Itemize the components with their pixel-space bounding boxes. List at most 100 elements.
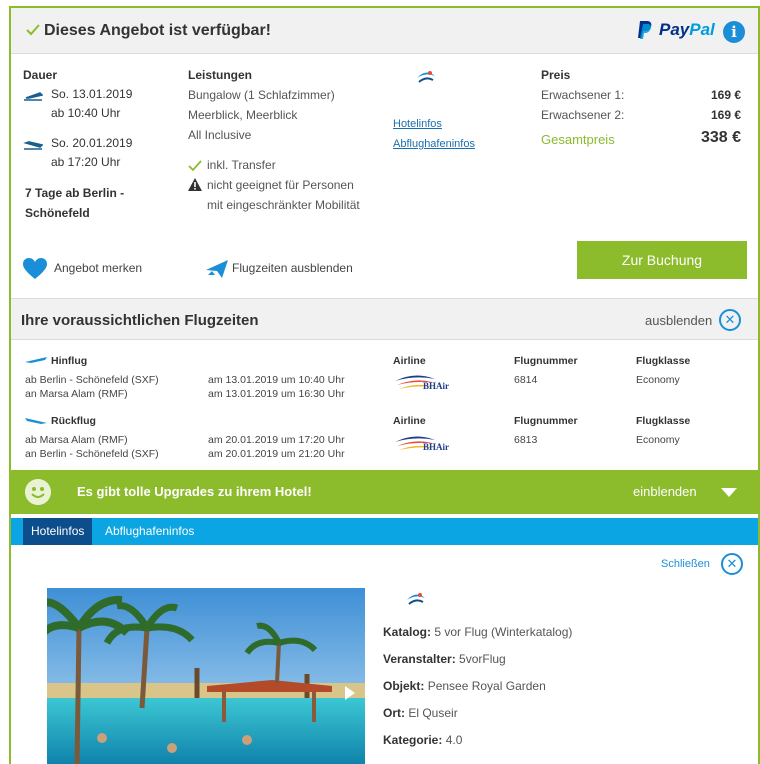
mobility-note-line2: mit eingeschränkter Mobilität — [207, 198, 360, 212]
mobility-note-line1: nicht geeignet für Personen — [207, 178, 354, 192]
return-from: ab Marsa Alam (RMF) — [25, 434, 128, 446]
duration-label: Dauer — [23, 68, 58, 82]
trip-summary-line1: 7 Tage ab Berlin - — [25, 186, 125, 200]
airline-logo: BHAir — [395, 371, 455, 393]
tab-airport-info[interactable]: Abflughafeninfos — [97, 518, 202, 545]
info-icon[interactable]: i — [723, 21, 745, 43]
return-flight-class: Economy — [636, 434, 680, 446]
outbound-to: an Marsa Alam (RMF) — [25, 388, 128, 400]
category-key: Kategorie: — [383, 733, 443, 747]
outbound-arr-time: am 13.01.2019 um 16:30 Uhr — [208, 388, 345, 400]
smiley-icon — [25, 479, 51, 505]
object-value: Pensee Royal Garden — [427, 679, 546, 693]
return-date: So. 20.01.2019 — [51, 136, 133, 150]
operator-logo — [417, 71, 435, 83]
total-label: Gesamtpreis — [541, 132, 615, 147]
adult2-label: Erwachsener 2: — [541, 108, 625, 122]
price-label: Preis — [541, 68, 571, 82]
airport-info-link[interactable]: Abflughafeninfos — [393, 138, 475, 150]
availability-bar: Dieses Angebot ist verfügbar! PayPal i — [11, 8, 758, 54]
outbound-plane-icon — [25, 357, 47, 363]
return-label: Rückflug — [51, 415, 96, 427]
airline-header: Airline — [393, 415, 426, 427]
arrival-plane-icon — [23, 141, 43, 150]
plane-icon — [206, 260, 228, 278]
operator-row: Veranstalter: 5vorFlug — [383, 652, 506, 666]
place-key: Ort: — [383, 706, 405, 720]
adult1-price: 169 € — [710, 88, 741, 102]
place-row: Ort: El Quseir — [383, 706, 458, 720]
info-tabs: Hotelinfos Abflughafeninfos — [11, 518, 758, 545]
hide-flight-times[interactable]: Flugzeiten ausblenden — [232, 261, 353, 275]
services-label: Leistungen — [188, 68, 253, 82]
outbound-time: ab 10:40 Uhr — [51, 106, 121, 120]
availability-title: Dieses Angebot ist verfügbar! — [44, 22, 272, 39]
catalog-row: Katalog: 5 vor Flug (Winterkatalog) — [383, 625, 572, 639]
operator-logo — [407, 593, 425, 605]
adult2-price-row: Erwachsener 2: 169 € — [541, 108, 741, 122]
return-plane-icon — [25, 418, 47, 424]
total-price: 338 € — [700, 129, 741, 146]
airline-name: BHAir — [423, 381, 449, 391]
chevron-down-icon[interactable] — [721, 488, 737, 497]
outbound-dep-time: am 13.01.2019 um 10:40 Uhr — [208, 374, 345, 386]
flight-times-title: Ihre voraussichtlichen Flugzeiten — [21, 312, 259, 329]
paypal-logo: PayPal — [637, 20, 715, 40]
price-column: Preis Erwachsener 1: 169 € Erwachsener 2… — [541, 68, 743, 158]
offer-panel: Dieses Angebot ist verfügbar! PayPal i D… — [9, 6, 760, 764]
adult1-label: Erwachsener 1: — [541, 88, 625, 102]
return-time: ab 17:20 Uhr — [51, 155, 121, 169]
trip-summary-line2: Schönefeld — [25, 206, 90, 220]
heart-icon[interactable] — [23, 258, 47, 280]
return-to: an Berlin - Schönefeld (SXF) — [25, 448, 159, 460]
remember-offer[interactable]: Angebot merken — [54, 261, 142, 275]
close-icon[interactable]: ✕ — [719, 309, 741, 331]
operator-key: Veranstalter: — [383, 652, 456, 666]
total-price-row: Gesamtpreis 338 € — [541, 129, 741, 147]
catalog-value: 5 vor Flug (Winterkatalog) — [434, 625, 573, 639]
outbound-flight-number: 6814 — [514, 374, 538, 386]
airline-name: BHAir — [423, 442, 449, 452]
return-arr-time: am 20.01.2019 um 21:20 Uhr — [208, 448, 345, 460]
return-flight-number: 6813 — [514, 434, 538, 446]
flight-times-hide[interactable]: ausblenden — [645, 313, 712, 328]
catalog-key: Katalog: — [383, 625, 431, 639]
hotel-info-link[interactable]: Hotelinfos — [393, 118, 442, 130]
airline-logo: BHAir — [395, 432, 455, 454]
upgrade-text: Es gibt tolle Upgrades zu ihrem Hotel! — [77, 484, 312, 499]
object-key: Objekt: — [383, 679, 425, 693]
flight-class-header: Flugklasse — [636, 355, 691, 367]
upgrade-expand[interactable]: einblenden — [633, 484, 697, 499]
adult1-price-row: Erwachsener 1: 169 € — [541, 88, 741, 102]
paypal-word-a: Pay — [659, 20, 690, 39]
flight-number-header: Flugnummer — [514, 415, 578, 427]
upgrade-banner[interactable]: Es gibt tolle Upgrades zu ihrem Hotel! e… — [11, 470, 758, 514]
category-value: 4.0 — [445, 733, 463, 747]
outbound-date: So. 13.01.2019 — [51, 87, 133, 101]
transfer-included: inkl. Transfer — [207, 158, 276, 172]
room-view: Meerblick, Meerblick — [188, 108, 298, 122]
book-button[interactable]: Zur Buchung — [577, 241, 747, 279]
flight-number-header: Flugnummer — [514, 355, 578, 367]
close-hotel-info[interactable]: Schließen — [661, 558, 710, 570]
paypal-word-b: Pal — [689, 20, 715, 39]
board-type: All Inclusive — [188, 128, 252, 142]
close-icon[interactable]: ✕ — [721, 553, 743, 575]
outbound-from: ab Berlin - Schönefeld (SXF) — [25, 374, 159, 386]
flight-class-header: Flugklasse — [636, 415, 691, 427]
hotel-photo[interactable] — [47, 588, 365, 764]
check-icon — [188, 160, 202, 172]
tab-hotel-info[interactable]: Hotelinfos — [23, 518, 93, 545]
operator-value: 5vorFlug — [459, 652, 506, 666]
airline-header: Airline — [393, 355, 426, 367]
duration-column: Dauer — [23, 68, 183, 82]
outbound-label: Hinflug — [51, 355, 88, 367]
room-type: Bungalow (1 Schlafzimmer) — [188, 88, 335, 102]
adult2-price: 169 € — [710, 108, 741, 122]
check-icon — [26, 24, 40, 36]
paypal-icon — [638, 21, 652, 39]
flight-times-header: Ihre voraussichtlichen Flugzeiten ausble… — [11, 298, 758, 340]
departure-plane-icon — [24, 92, 43, 101]
category-row: Kategorie: 4.0 — [383, 733, 462, 747]
outbound-flight-class: Economy — [636, 374, 680, 386]
